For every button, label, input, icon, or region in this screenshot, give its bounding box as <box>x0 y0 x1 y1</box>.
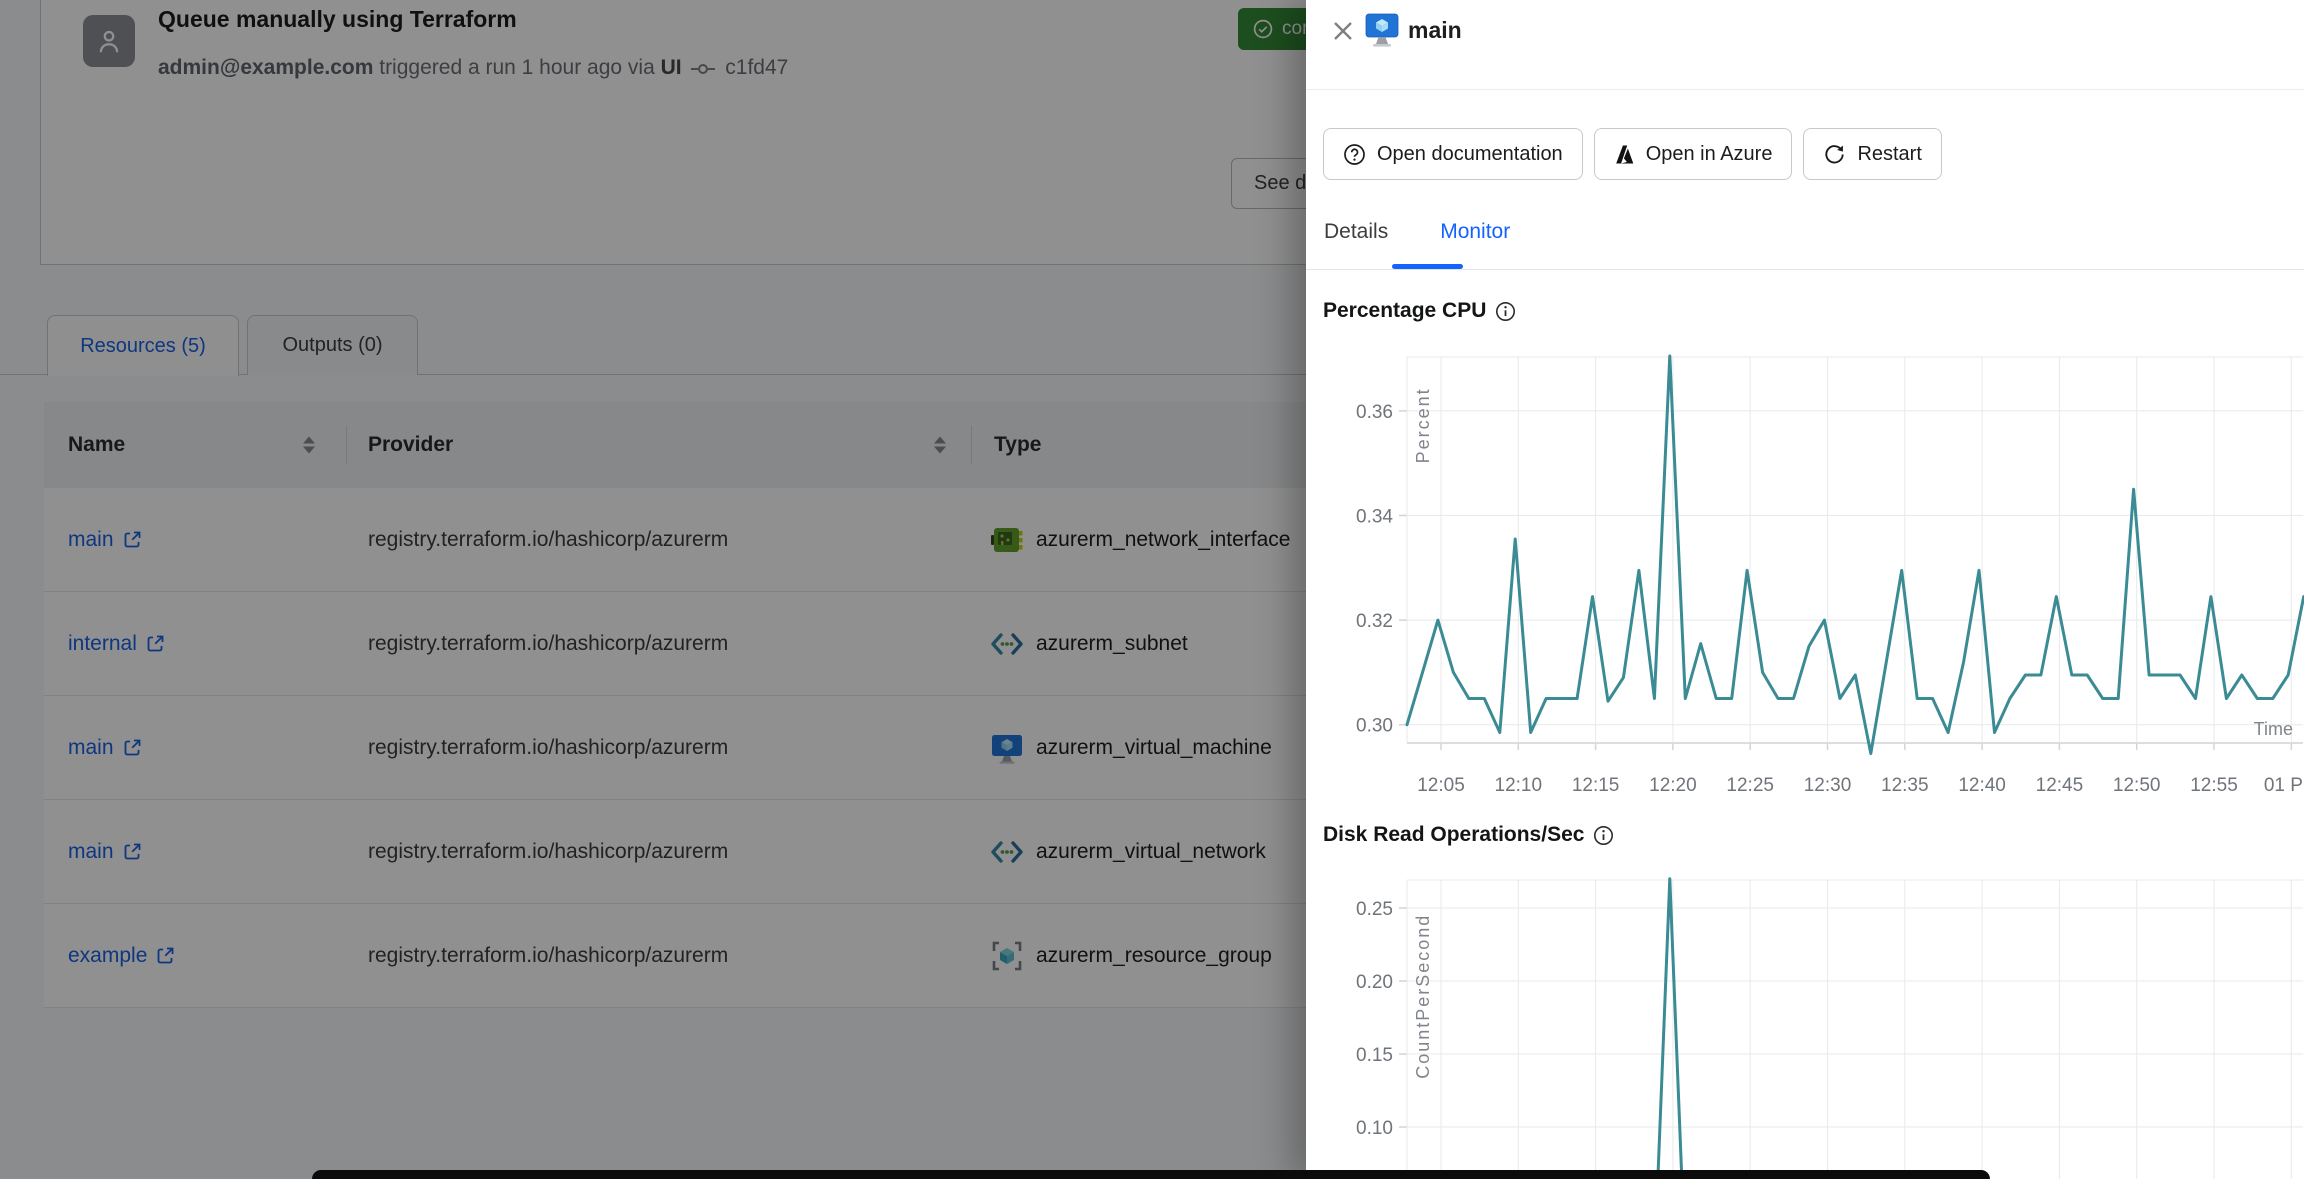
chart-title-text: Disk Read Operations/Sec <box>1323 823 1584 847</box>
restart-label: Restart <box>1857 143 1921 166</box>
y-tick-label: 0.20 <box>1356 972 1393 993</box>
y-tick-label: 0.15 <box>1356 1045 1393 1066</box>
y-tick-label: 0.36 <box>1356 402 1393 423</box>
y-tick-label: 0.32 <box>1356 611 1393 632</box>
y-axis-label: CountPerSecond <box>1413 914 1433 1079</box>
resource-drawer: main Open documentation Open in Azure <box>1306 0 2304 1179</box>
chart-title-percentage-cpu: Percentage CPU <box>1323 299 1516 323</box>
tab-details[interactable]: Details <box>1324 220 1388 244</box>
x-tick-label: 01 PM <box>2264 775 2304 796</box>
y-axis-label: Percent <box>1413 387 1433 463</box>
info-icon[interactable] <box>1495 301 1516 322</box>
divider <box>1306 89 2304 90</box>
open-documentation-button[interactable]: Open documentation <box>1323 128 1583 180</box>
x-tick-label: 12:35 <box>1881 775 1929 796</box>
y-tick-label: 0.30 <box>1356 716 1393 737</box>
restart-button[interactable]: Restart <box>1803 128 1941 180</box>
time-axis-label: Time <box>2254 719 2293 739</box>
drawer-actions: Open documentation Open in Azure Restart <box>1323 128 1942 180</box>
x-tick-label: 12:30 <box>1804 775 1852 796</box>
close-icon[interactable] <box>1328 16 1358 46</box>
restart-icon <box>1823 143 1846 166</box>
x-tick-label: 12:55 <box>2190 775 2238 796</box>
azure-logo-icon <box>1614 144 1635 165</box>
x-tick-label: 12:50 <box>2113 775 2161 796</box>
x-tick-label: 12:40 <box>1958 775 2006 796</box>
dock-bar <box>312 1170 1990 1179</box>
divider <box>1306 269 2304 270</box>
screen: Queue manually using Terraform admin@exa… <box>0 0 2304 1179</box>
open-in-azure-button[interactable]: Open in Azure <box>1594 128 1793 180</box>
y-tick-label: 0.25 <box>1356 899 1393 920</box>
drawer-tabs: Details Monitor <box>1324 220 1510 244</box>
chart-line <box>1407 356 2304 754</box>
x-tick-label: 12:45 <box>2036 775 2084 796</box>
x-tick-label: 12:15 <box>1572 775 1620 796</box>
y-tick-label: 0.10 <box>1356 1118 1393 1139</box>
chart-title-disk-read: Disk Read Operations/Sec <box>1323 823 1614 847</box>
chart-title-text: Percentage CPU <box>1323 299 1486 323</box>
x-tick-label: 12:05 <box>1417 775 1465 796</box>
tab-monitor[interactable]: Monitor <box>1440 220 1510 244</box>
x-tick-label: 12:10 <box>1495 775 1543 796</box>
help-circle-icon <box>1343 143 1366 166</box>
virtual-machine-icon <box>1364 11 1400 54</box>
open-in-azure-label: Open in Azure <box>1646 143 1773 166</box>
chart-line <box>1407 879 2304 1179</box>
y-tick-label: 0.34 <box>1356 506 1393 527</box>
info-icon[interactable] <box>1593 825 1614 846</box>
x-tick-label: 12:20 <box>1649 775 1697 796</box>
open-documentation-label: Open documentation <box>1377 143 1563 166</box>
x-tick-label: 12:25 <box>1726 775 1774 796</box>
drawer-title: main <box>1408 17 1462 44</box>
